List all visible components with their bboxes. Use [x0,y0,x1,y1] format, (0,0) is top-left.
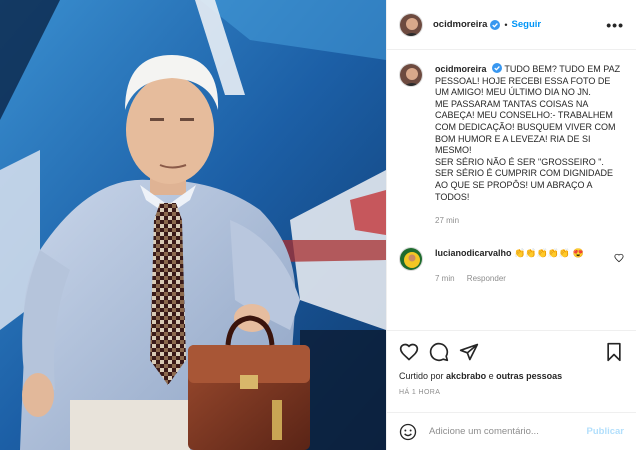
author-avatar[interactable] [399,12,423,37]
post-header: ocidmoreira • Seguir ••• [387,0,636,50]
anchor-photo-image [0,0,386,450]
liked-prefix: Curtido por [399,371,444,381]
reply-button[interactable]: Responder [467,274,506,283]
liked-mid: e [488,371,494,381]
caption: ocidmoreira TUDO BEM? TUDO EM PAZ PESSOA… [399,63,624,227]
liked-user[interactable]: akcbrabo [446,371,486,381]
action-icons [399,339,624,365]
separator-dot: • [504,19,508,30]
avatar-image [400,13,422,36]
caption-username[interactable]: ocidmoreira [435,64,487,74]
post-photo[interactable] [0,0,386,450]
comment-like-heart-icon[interactable] [614,253,624,263]
heart-icon[interactable] [399,342,419,362]
save-icon[interactable] [604,342,624,362]
comments-section[interactable]: ocidmoreira TUDO BEM? TUDO EM PAZ PESSOA… [387,51,636,329]
share-icon[interactable] [459,342,479,362]
liked-others[interactable]: outras pessoas [496,371,562,381]
comment-composer: Publicar [387,412,636,450]
author-username[interactable]: ocidmoreira [433,19,487,30]
post-actions: Curtido por akcbrabo e outras pessoas HÁ… [387,330,636,396]
comment-text: 👏👏👏👏👏 😍 [514,247,584,258]
comment-time: 7 min [435,273,455,283]
liked-by-text: Curtido por akcbrabo e outras pessoas [399,371,562,381]
avatar-image [400,64,422,86]
caption-time: 27 min [435,216,460,226]
avatar-image [400,247,422,270]
comment-body: lucianodicarvalho 👏👏👏👏👏 😍 7 min Responde… [435,247,614,285]
follow-button[interactable]: Seguir [512,19,542,30]
post-side-panel: ocidmoreira • Seguir ••• ocidmoreira TUD… [386,0,636,450]
verified-icon [492,63,503,73]
caption-body: ocidmoreira TUDO BEM? TUDO EM PAZ PESSOA… [435,63,624,227]
emoji-icon[interactable] [399,423,417,441]
commenter-avatar[interactable] [399,246,423,271]
liked-by: Curtido por akcbrabo e outras pessoas [399,371,624,381]
publish-button[interactable]: Publicar [587,426,625,437]
caption-avatar[interactable] [399,63,423,87]
comment-input[interactable] [429,426,587,437]
comment-item: lucianodicarvalho 👏👏👏👏👏 😍 7 min Responde… [399,246,624,285]
comment-icon[interactable] [429,342,449,362]
verified-icon [490,19,501,30]
caption-text: TUDO BEM? TUDO EM PAZ PESSOAL! HOJE RECE… [435,64,621,202]
comment-username[interactable]: lucianodicarvalho [435,248,512,258]
comment-meta: 7 min Responder [435,273,614,285]
instagram-post: ocidmoreira • Seguir ••• ocidmoreira TUD… [0,0,636,450]
more-options-icon[interactable]: ••• [606,18,624,32]
post-timestamp[interactable]: HÁ 1 HORA [399,389,624,396]
